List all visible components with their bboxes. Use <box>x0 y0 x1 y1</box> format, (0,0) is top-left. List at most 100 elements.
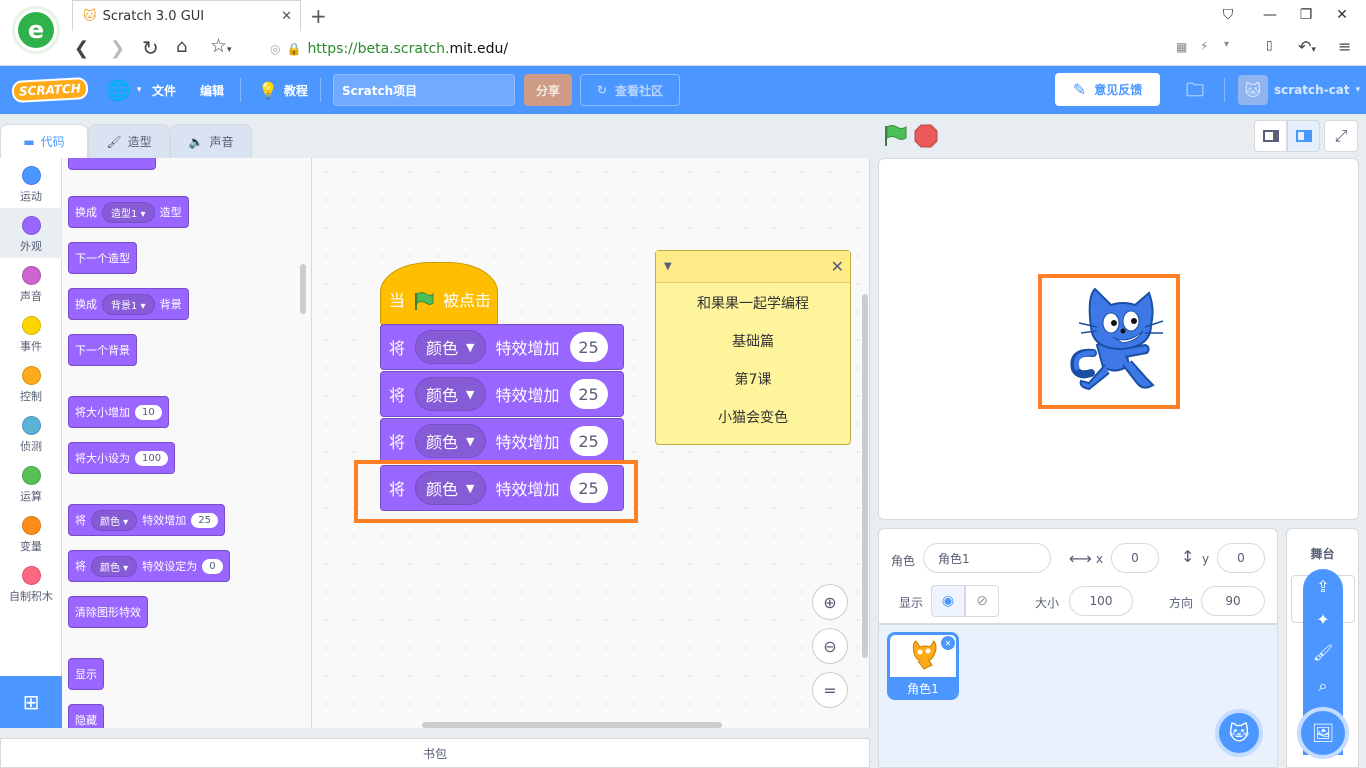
effect-value-input[interactable]: 25 <box>569 379 608 409</box>
url-field[interactable]: ◎ 🔒 https://beta.scratch.mit.edu/ <box>270 38 1150 60</box>
dropdown-icon[interactable]: ▾ <box>1224 39 1229 50</box>
effect-value-input[interactable]: 25 <box>569 426 608 456</box>
x-input[interactable]: 0 <box>1111 543 1159 573</box>
stage-selector[interactable]: 舞台 ⇪ ✦ 🖌 ⌕ 🖼 <box>1286 528 1359 768</box>
palette-scrollbar[interactable] <box>300 264 306 314</box>
close-icon[interactable]: ✕ <box>831 257 844 276</box>
reading-icon[interactable]: ▯ <box>1266 38 1273 52</box>
size-set-input[interactable]: 100 <box>135 450 169 466</box>
palette-switch-costume[interactable]: 换成 造型1 ▾ 造型 <box>68 196 189 228</box>
effect-value-input[interactable]: 25 <box>569 332 608 362</box>
project-title-input[interactable]: Scratch项目 <box>333 74 515 106</box>
effect-dropdown[interactable]: 颜色 ▼ <box>415 330 486 364</box>
vertical-scrollbar[interactable] <box>862 294 868 658</box>
home-icon[interactable]: ⌂ <box>176 36 187 57</box>
browser-tab[interactable]: 🐱 Scratch 3.0 GUI ✕ <box>72 0 301 31</box>
account-menu[interactable]: 🐱 scratch-cat ▾ <box>1238 66 1360 114</box>
stage-canvas[interactable] <box>878 158 1359 520</box>
backdrop-dropdown[interactable]: 背景1 ▾ <box>102 293 155 315</box>
palette-set-size[interactable]: 将大小设为 100 <box>68 442 176 474</box>
add-backdrop-button[interactable]: 🖼 <box>1297 707 1349 759</box>
collapse-icon[interactable]: ▼ <box>664 261 672 272</box>
new-tab-button[interactable]: + <box>310 4 327 28</box>
change-effect-block-3[interactable]: 将 颜色 ▼ 特效增加 25 <box>380 418 624 464</box>
file-menu[interactable]: 文件 <box>152 66 176 114</box>
palette-next-costume[interactable]: 下一个造型 <box>68 242 137 274</box>
paint-icon[interactable]: 🖌 <box>1313 643 1333 662</box>
browser-logo-icon[interactable]: e <box>12 6 60 54</box>
palette-set-effect[interactable]: 将 颜色 ▾ 特效设定为 0 <box>68 550 230 582</box>
edit-menu[interactable]: 编辑 <box>200 66 224 114</box>
effect-dropdown[interactable]: 颜色 ▼ <box>415 377 486 411</box>
show-visible-button[interactable]: ◉ <box>931 585 965 617</box>
maximize-button[interactable]: ❐ <box>1290 4 1322 26</box>
palette-hide[interactable]: 隐藏 <box>68 704 104 728</box>
category-variables[interactable]: 变量 <box>0 508 62 558</box>
show-hidden-button[interactable]: ⊘ <box>965 585 999 617</box>
palette-switch-backdrop[interactable]: 换成 背景1 ▾ 背景 <box>68 288 189 320</box>
scratch-logo[interactable]: SCRATCH <box>11 66 89 114</box>
effect-dropdown[interactable]: 颜色 ▾ <box>91 509 138 531</box>
horizontal-scrollbar[interactable] <box>422 722 722 728</box>
zoom-in-button[interactable]: ⊕ <box>812 584 848 620</box>
sprite-name-input[interactable]: 角色1 <box>923 543 1051 573</box>
effect-dropdown[interactable]: 颜色 ▼ <box>415 424 486 458</box>
palette-block-partial[interactable] <box>68 158 156 170</box>
forward-icon[interactable]: ❯ <box>110 38 125 59</box>
script-workspace[interactable]: 当 被点击 将 颜色 ▼ 特效增加 25 将 颜色 ▼ 特效增加 25 将 颜色 ▼ … <box>312 158 870 728</box>
size-change-input[interactable]: 10 <box>135 404 162 420</box>
favorite-icon[interactable]: ☆▾ <box>210 35 232 57</box>
palette-show[interactable]: 显示 <box>68 658 104 690</box>
pin-icon[interactable]: ⛉ <box>1212 4 1244 26</box>
minimize-button[interactable]: — <box>1254 4 1286 26</box>
menu-icon[interactable]: ≡ <box>1338 37 1351 56</box>
bolt-icon[interactable]: ⚡ <box>1200 39 1208 53</box>
fullscreen-button[interactable]: ⤢ <box>1324 120 1358 152</box>
undo-icon[interactable]: ↶▾ <box>1298 37 1316 56</box>
change-effect-block-2[interactable]: 将 颜色 ▼ 特效增加 25 <box>380 371 624 417</box>
palette-change-size[interactable]: 将大小增加 10 <box>68 396 169 428</box>
comment-note[interactable]: ▼ ✕ 和果果一起学编程 基础篇 第7课 小猫会变色 <box>655 250 851 445</box>
direction-input[interactable]: 90 <box>1201 586 1265 616</box>
y-input[interactable]: 0 <box>1217 543 1265 573</box>
close-tab-icon[interactable]: ✕ <box>281 9 292 24</box>
palette-next-backdrop[interactable]: 下一个背景 <box>68 334 137 366</box>
language-menu[interactable]: 🌐 ▾ <box>106 66 141 114</box>
category-control[interactable]: 控制 <box>0 358 62 408</box>
zoom-reset-button[interactable]: = <box>812 672 848 708</box>
tab-costumes[interactable]: 🖌 造型 <box>88 124 170 158</box>
reload-icon[interactable]: ↻ <box>142 36 159 60</box>
search-icon[interactable]: ⌕ <box>1319 676 1328 696</box>
large-stage-button[interactable] <box>1287 120 1320 152</box>
close-window-button[interactable]: ✕ <box>1326 4 1358 26</box>
size-input[interactable]: 100 <box>1069 586 1133 616</box>
effect-change-input[interactable]: 25 <box>191 512 218 528</box>
category-events[interactable]: 事件 <box>0 308 62 358</box>
comment-header[interactable]: ▼ ✕ <box>656 251 850 283</box>
tutorials-menu[interactable]: 💡 教程 <box>258 66 308 114</box>
category-operators[interactable]: 运算 <box>0 458 62 508</box>
tab-sounds[interactable]: 🔈 声音 <box>170 124 252 158</box>
share-button[interactable]: 分享 <box>524 74 572 106</box>
add-extension-button[interactable]: ⊞ <box>0 676 62 728</box>
my-stuff-icon[interactable]: 🗀 <box>1186 78 1204 108</box>
palette-clear-effects[interactable]: 清除图形特效 <box>68 596 148 628</box>
feedback-button[interactable]: ✎ 意见反馈 <box>1055 73 1160 106</box>
costume-dropdown[interactable]: 造型1 ▾ <box>102 201 155 223</box>
when-flag-clicked-block[interactable]: 当 被点击 <box>380 262 498 326</box>
effect-set-input[interactable]: 0 <box>202 558 223 574</box>
see-community-button[interactable]: ↻ 查看社区 <box>580 74 680 106</box>
upload-backdrop-icon[interactable]: ⇪ <box>1316 577 1329 596</box>
category-motion[interactable]: 运动 <box>0 158 62 208</box>
tab-code[interactable]: ▬ 代码 <box>0 124 88 158</box>
add-sprite-button[interactable]: 🐱 <box>1215 709 1263 757</box>
small-stage-button[interactable] <box>1254 120 1287 152</box>
stop-button[interactable] <box>914 124 938 148</box>
blue-cat-sprite[interactable] <box>1067 287 1167 395</box>
delete-sprite-icon[interactable]: ✕ <box>941 636 955 650</box>
palette-change-effect[interactable]: 将 颜色 ▾ 特效增加 25 <box>68 504 225 536</box>
back-icon[interactable]: ❮ <box>74 38 89 59</box>
category-my-blocks[interactable]: 自制积木 <box>0 558 62 608</box>
category-sound[interactable]: 声音 <box>0 258 62 308</box>
category-looks[interactable]: 外观 <box>0 208 62 258</box>
